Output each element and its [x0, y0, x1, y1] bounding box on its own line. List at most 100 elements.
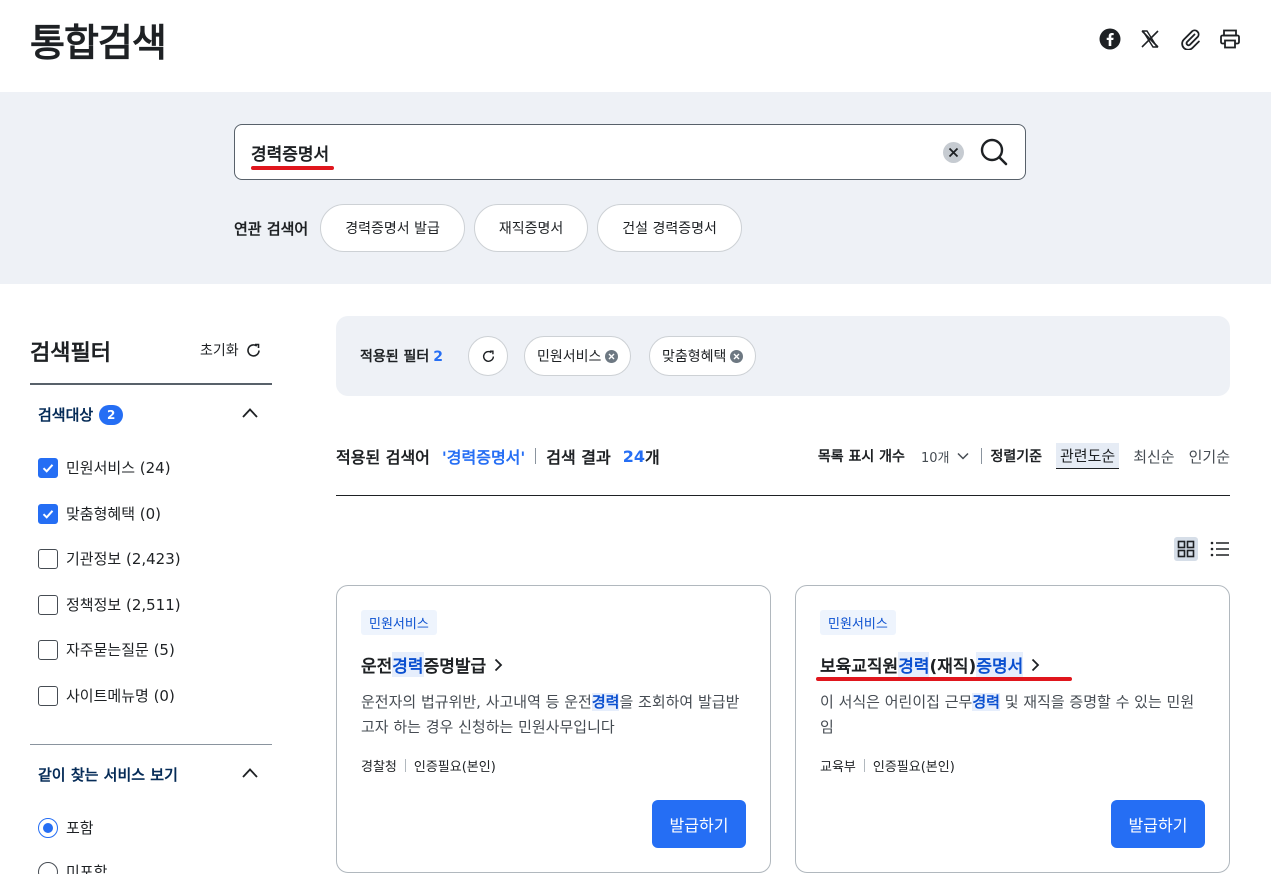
related-keywords: 연관 검색어 경력증명서 발급 재직증명서 건설 경력증명서 — [234, 204, 751, 252]
category-tag: 민원서비스 — [361, 610, 437, 635]
filter-label: 사이트메뉴명 (0) — [66, 687, 175, 705]
result-count-unit: 개 — [645, 448, 660, 467]
keyword-label: 적용된 검색어 — [336, 448, 430, 467]
title-highlight: 경력 — [898, 652, 930, 677]
search-input[interactable] — [251, 125, 931, 179]
desc-highlight: 경력 — [972, 693, 1000, 711]
card-title-link[interactable]: 운전 경력 증명발급 — [361, 652, 503, 677]
radio-selected[interactable] — [38, 817, 58, 838]
title-text: 증명발급 — [423, 657, 487, 677]
related-chip[interactable]: 재직증명서 — [473, 204, 589, 252]
attachment-icon[interactable] — [1179, 26, 1201, 52]
filter-checkbox-row[interactable]: 자주묻는질문 (5) — [38, 639, 175, 660]
x-icon[interactable] — [1139, 26, 1161, 52]
chevron-down-icon — [957, 452, 969, 460]
grid-view-icon[interactable] — [1174, 537, 1198, 561]
title-highlight: 경력 — [392, 652, 424, 677]
search-term-underline — [251, 166, 334, 170]
sort-latest[interactable]: 최신순 — [1133, 446, 1174, 467]
search-area: 연관 검색어 경력증명서 발급 재직증명서 건설 경력증명서 — [0, 92, 1271, 284]
desc-highlight: 경력 — [591, 693, 620, 711]
result-card: 민원서비스 보육교직원 경력 (재직) 증명서 이 서식은 어린이집 근무경력 및… — [795, 585, 1230, 873]
title-text: (재직) — [929, 657, 977, 677]
applied-filter-chip[interactable]: 민원서비스 — [524, 336, 632, 376]
radio-label: 포함 — [66, 819, 94, 837]
target-count-badge: 2 — [99, 404, 124, 425]
list-count-value: 10개 — [920, 450, 950, 466]
chip-label: 민원서비스 — [537, 349, 602, 365]
result-card: 민원서비스 운전 경력 증명발급 운전자의 법규위반, 사고내역 등 운전경력을 조… — [336, 585, 771, 873]
search-box — [234, 124, 1026, 180]
applied-filter-label: 적용된 필터 2 — [360, 346, 443, 366]
reset-label: 초기화 — [200, 343, 239, 359]
sort-label: 정렬기준 — [990, 449, 1042, 465]
checkbox[interactable] — [38, 548, 58, 569]
card-title-link[interactable]: 보육교직원 경력 (재직) 증명서 — [820, 652, 1040, 677]
result-count-label: 검색 결과 — [546, 448, 611, 467]
filter-checkbox-row[interactable]: 사이트메뉴명 (0) — [38, 685, 175, 706]
filter-label: 정책정보 (2,511) — [66, 596, 181, 614]
related-chip[interactable]: 경력증명서 발급 — [320, 204, 465, 252]
checkbox[interactable] — [38, 685, 58, 706]
applied-filter-chip[interactable]: 맞춤형혜택 — [649, 336, 757, 376]
card-description: 운전자의 법규위반, 사고내역 등 운전경력을 조회하여 발급받고자 하는 경우… — [361, 690, 747, 740]
result-summary: 적용된 검색어 '경력증명서' 검색 결과 24 개 — [336, 444, 660, 468]
title-highlight: 증명서 — [976, 652, 1024, 677]
list-view-icon[interactable] — [1208, 537, 1232, 561]
result-count: 24 — [622, 446, 646, 466]
list-count-select[interactable]: 10개 — [921, 447, 970, 466]
category-tag: 민원서비스 — [820, 610, 896, 635]
related-chip[interactable]: 건설 경력증명서 — [597, 204, 742, 252]
filter-label: 민원서비스 (24) — [66, 459, 171, 477]
desc-text: 이 서식은 어린이집 근무 — [820, 693, 973, 711]
filter-checkbox-row[interactable]: 맞춤형혜택 (0) — [38, 503, 161, 524]
target-section-label: 검색대상 — [38, 406, 94, 424]
checkbox-checked[interactable] — [38, 457, 58, 478]
chevron-up-icon[interactable] — [240, 403, 260, 423]
sidebar-divider — [30, 383, 272, 385]
checkbox[interactable] — [38, 639, 58, 660]
radio-row[interactable]: 미포함 — [38, 861, 107, 874]
applied-filter-bar: 적용된 필터 2 민원서비스 맞춤형혜택 — [336, 316, 1230, 396]
applied-filter-text: 적용된 필터 — [360, 349, 430, 365]
chevron-up-icon[interactable] — [240, 763, 260, 783]
filter-label: 맞춤형혜택 (0) — [66, 505, 162, 523]
issue-button[interactable]: 발급하기 — [1111, 800, 1205, 848]
organization: 교육부 — [820, 760, 856, 775]
filter-checkbox-row[interactable]: 정책정보 (2,511) — [38, 594, 181, 615]
facebook-icon[interactable] — [1099, 26, 1121, 52]
page-title: 통합검색 — [30, 21, 167, 65]
radio-row[interactable]: 포함 — [38, 817, 94, 838]
print-icon[interactable] — [1219, 26, 1241, 52]
remove-icon[interactable] — [605, 349, 619, 363]
chevron-right-icon — [494, 658, 503, 671]
sort-relevance[interactable]: 관련도순 — [1055, 443, 1120, 469]
search-icon[interactable] — [979, 137, 1009, 167]
separator — [535, 448, 537, 464]
desc-text: 운전자의 법규위반, 사고내역 등 운전 — [361, 693, 592, 711]
filter-checkbox-row[interactable]: 기관정보 (2,423) — [38, 548, 181, 569]
title-text: 보육교직원 — [820, 657, 899, 677]
radio[interactable] — [38, 861, 58, 874]
close-icon[interactable] — [943, 142, 964, 163]
sidebar-divider — [30, 744, 272, 745]
checkbox[interactable] — [38, 594, 58, 615]
sort-popular[interactable]: 인기순 — [1189, 446, 1230, 467]
separator — [981, 448, 983, 464]
reset-button[interactable]: 초기화 — [200, 340, 262, 360]
chip-label: 맞춤형혜택 — [662, 349, 727, 365]
auth-required: 인증필요(본인) — [872, 760, 955, 775]
related-label: 연관 검색어 — [234, 219, 309, 238]
card-meta: 교육부 인증필요(본인) — [820, 756, 955, 775]
remove-icon[interactable] — [730, 349, 744, 363]
checkbox-checked[interactable] — [38, 503, 58, 524]
refresh-icon[interactable] — [468, 336, 508, 376]
together-section-header[interactable]: 같이 찾는 서비스 보기 — [38, 764, 178, 785]
filter-label: 기관정보 (2,423) — [66, 550, 181, 568]
list-controls: 목록 표시 개수 10개 정렬기준 관련도순 최신순 인기순 — [818, 443, 1230, 469]
issue-button[interactable]: 발급하기 — [652, 800, 746, 848]
filter-checkbox-row[interactable]: 민원서비스 (24) — [38, 457, 171, 478]
together-section-label: 같이 찾는 서비스 보기 — [38, 766, 178, 784]
target-section-header[interactable]: 검색대상 2 — [38, 404, 124, 425]
share-toolbar — [1099, 26, 1241, 52]
